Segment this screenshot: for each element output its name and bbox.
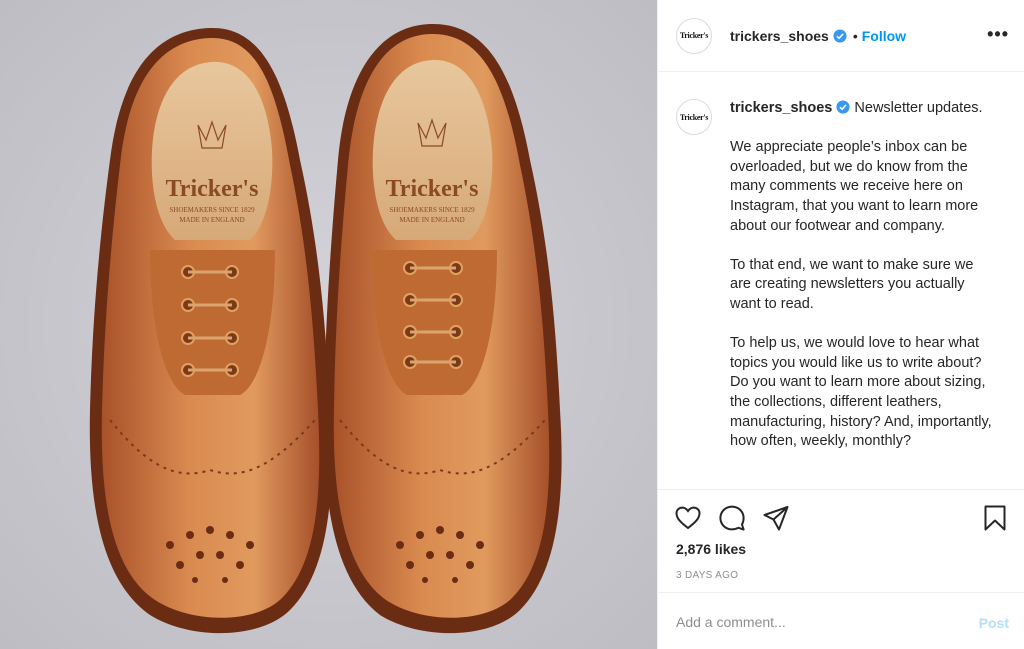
post-comment-button[interactable]: Post (979, 615, 1009, 631)
shoes-illustration: Tricker's SHOEMAKERS SINCE 1829 MADE IN … (0, 0, 657, 649)
avatar[interactable]: Tricker's (676, 17, 712, 54)
svg-text:SHOEMAKERS SINCE 1829: SHOEMAKERS SINCE 1829 (389, 206, 475, 214)
comment-input[interactable] (676, 611, 966, 633)
caption-row: Tricker's trickers_shoes Newsletter upda… (676, 99, 1007, 452)
comment-box: Post (658, 592, 1024, 649)
follow-button[interactable]: Follow (862, 28, 906, 44)
svg-text:Tricker's: Tricker's (166, 176, 259, 202)
svg-text:MADE IN ENGLAND: MADE IN ENGLAND (399, 216, 464, 224)
more-options-icon[interactable]: ••• (987, 24, 1009, 45)
caption-paragraph: To help us, we would love to hear what t… (730, 335, 992, 450)
likes-count[interactable]: 2,876 likes (676, 541, 746, 557)
action-bar (658, 489, 1024, 545)
post-image: Tricker's SHOEMAKERS SINCE 1829 MADE IN … (0, 0, 657, 649)
caption-headline: Newsletter updates. (850, 100, 983, 116)
avatar-text: Tricker's (679, 31, 709, 40)
caption-avatar[interactable]: Tricker's (676, 99, 712, 135)
share-icon[interactable] (762, 504, 790, 532)
post-header: Tricker's trickers_shoes • Follow ••• (658, 0, 1024, 72)
username-link[interactable]: trickers_shoes (730, 28, 829, 44)
svg-text:Tricker's: Tricker's (386, 176, 479, 202)
caption-paragraph: We appreciate people’s inbox can be over… (730, 139, 979, 234)
post-sidebar: Tricker's trickers_shoes • Follow ••• Tr… (657, 0, 1024, 649)
separator-dot: • (852, 27, 858, 44)
post-date[interactable]: 3 DAYS AGO (676, 570, 738, 581)
caption-username[interactable]: trickers_shoes (730, 100, 832, 116)
verified-badge-icon (833, 28, 847, 43)
caption-paragraph: To that end, we want to make sure we are… (730, 256, 974, 312)
bookmark-icon[interactable] (981, 504, 1009, 532)
caption-first-line: trickers_shoes Newsletter updates. (730, 99, 995, 119)
svg-text:SHOEMAKERS SINCE 1829: SHOEMAKERS SINCE 1829 (169, 206, 255, 214)
comment-icon[interactable] (718, 504, 746, 532)
caption-text: trickers_shoes Newsletter updates. We ap… (730, 99, 995, 452)
svg-text:MADE IN ENGLAND: MADE IN ENGLAND (179, 216, 244, 224)
heart-icon[interactable] (674, 504, 702, 532)
verified-badge-icon (836, 100, 850, 114)
avatar-text: Tricker's (679, 112, 709, 122)
caption-area: Tricker's trickers_shoes Newsletter upda… (658, 73, 1024, 489)
